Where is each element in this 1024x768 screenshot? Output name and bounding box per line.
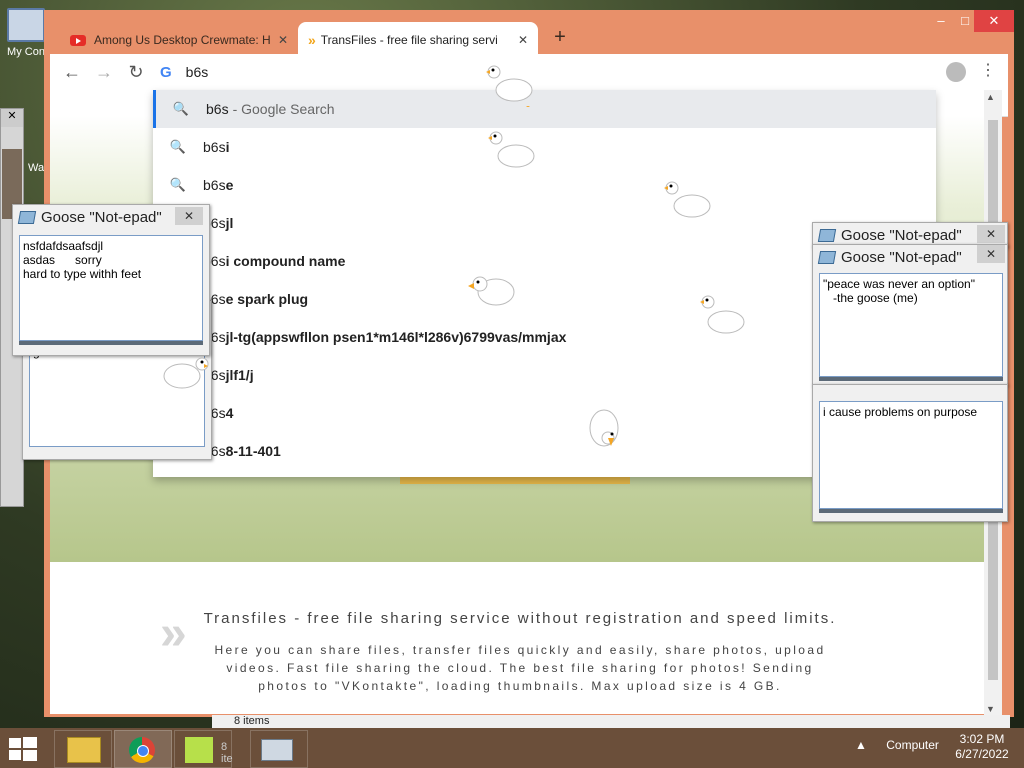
tab-among-us[interactable]: Among Us Desktop Crewmate: H ✕ bbox=[60, 22, 298, 58]
tab-transfiles[interactable]: » TransFiles - free file sharing servi ✕ bbox=[298, 22, 538, 58]
address-bar-text: b6s bbox=[185, 64, 209, 80]
search-icon: 🔍 bbox=[169, 177, 187, 192]
google-icon: G bbox=[160, 63, 172, 81]
footer-description: Here you can share files, transfer files… bbox=[214, 643, 826, 693]
goose-icon bbox=[664, 181, 711, 218]
item-count: 8 items bbox=[234, 715, 270, 727]
notepad-icon bbox=[17, 211, 37, 224]
back-button[interactable]: ← bbox=[60, 60, 84, 84]
notepad-titlebar[interactable]: Goose "Not-epad" bbox=[817, 227, 962, 244]
system-tray[interactable]: ▲ Computer bbox=[855, 738, 939, 752]
system-clock[interactable]: 3:02 PM 6/27/2022 bbox=[940, 732, 1024, 762]
desktop-icon-my-computer[interactable]: My Con bbox=[2, 8, 50, 58]
menu-button[interactable]: ⋮ bbox=[980, 60, 996, 80]
suggestion-completion: jl bbox=[225, 215, 234, 231]
goose-notepad-window[interactable]: Goose "Not-epad" ✕ nsfdafdsaafsdjl asdas… bbox=[12, 204, 210, 356]
notepad-icon bbox=[817, 251, 837, 264]
tab-title: Among Us Desktop Crewmate: H bbox=[94, 33, 270, 47]
taskbar-chrome[interactable] bbox=[114, 730, 172, 768]
resource-monitor-icon bbox=[261, 739, 293, 761]
network-icon[interactable]: ▲ bbox=[855, 738, 867, 752]
desktop-icon-label: Wa bbox=[28, 162, 45, 174]
goose-app-icon bbox=[185, 737, 213, 763]
notepad-statusbar bbox=[19, 341, 203, 345]
transfiles-logo-icon: » bbox=[160, 607, 186, 660]
forward-button[interactable]: → bbox=[92, 60, 116, 84]
suggestion-suffix: - Google Search bbox=[232, 101, 335, 117]
goose-icon bbox=[589, 409, 619, 447]
taskbar-monitor[interactable] bbox=[250, 730, 308, 768]
close-icon[interactable]: ✕ bbox=[175, 207, 203, 225]
scroll-up-icon[interactable]: ▲ bbox=[986, 92, 995, 102]
scroll-down-icon[interactable]: ▼ bbox=[986, 704, 995, 714]
goose-icon bbox=[468, 276, 515, 306]
taskbar-file-explorer[interactable] bbox=[54, 730, 112, 768]
notepad-statusbar bbox=[819, 509, 1003, 513]
suggestion-completion: i compound name bbox=[225, 253, 346, 269]
youtube-icon bbox=[70, 34, 86, 46]
suggestion-completion: jlf1/j bbox=[225, 367, 254, 383]
close-button[interactable]: ✕ bbox=[974, 10, 1014, 32]
notepad-statusbar bbox=[819, 377, 1003, 381]
suggestion-completion: 8-11-401 bbox=[225, 443, 281, 459]
goose-icon bbox=[486, 65, 533, 107]
goose-notepad-window[interactable]: Goose "Not-epad" ✕ "peace was never an o… bbox=[812, 244, 1008, 386]
close-icon[interactable]: ✕ bbox=[977, 245, 1005, 263]
notepad-title: Goose "Not-epad" bbox=[841, 249, 962, 266]
notepad-titlebar[interactable]: Goose "Not-epad" bbox=[17, 209, 162, 226]
goose-icon bbox=[700, 295, 745, 334]
close-tab-icon[interactable]: ✕ bbox=[518, 33, 528, 47]
windows-start-icon[interactable] bbox=[8, 736, 38, 762]
taskbar-goose[interactable]: 8 ite bbox=[174, 730, 233, 768]
suggestion-item[interactable]: 🔍 b6s e bbox=[153, 166, 936, 204]
goose-icon bbox=[488, 131, 535, 168]
search-icon: 🔍 bbox=[169, 139, 187, 154]
suggestion-typed: b6s bbox=[203, 177, 226, 193]
computer-icon bbox=[7, 8, 45, 42]
tray-label: Computer bbox=[886, 738, 939, 752]
suggestion-completion: jl-tg(appswfllon psen1*m146l*l286v)6799v… bbox=[225, 329, 567, 345]
tab-title: TransFiles - free file sharing servi bbox=[320, 33, 498, 47]
profile-avatar[interactable] bbox=[946, 62, 966, 82]
notepad-icon bbox=[817, 229, 837, 242]
notepad-text[interactable]: "peace was never an option" -the goose (… bbox=[819, 273, 1003, 377]
suggestion-completion: e bbox=[225, 177, 234, 193]
goose-icon bbox=[163, 357, 209, 389]
footer-title: Transfiles - free file sharing service w… bbox=[203, 610, 837, 627]
suggestion-completion: i bbox=[225, 139, 230, 155]
clock-date: 6/27/2022 bbox=[955, 747, 1009, 761]
file-explorer-statusbar: 8 items bbox=[212, 715, 1010, 729]
new-tab-button[interactable]: + bbox=[548, 26, 572, 50]
notepad-titlebar[interactable]: Goose "Not-epad" bbox=[817, 249, 962, 266]
suggestion-item[interactable]: 🔍 b6s - Google Search bbox=[153, 90, 936, 128]
taskbar-item-label: 8 ite bbox=[221, 741, 233, 765]
suggestion-typed: b6s bbox=[206, 101, 229, 117]
chrome-icon bbox=[129, 737, 155, 763]
folder-icon bbox=[67, 737, 101, 763]
reload-button[interactable]: ↻ bbox=[124, 60, 148, 84]
desktop-icon-label: My Con bbox=[7, 46, 45, 58]
goose-notepad-window[interactable]: i cause problems on purpose bbox=[812, 384, 1008, 522]
notepad-title: Goose "Not-epad" bbox=[41, 209, 162, 226]
close-icon[interactable]: ✕ bbox=[977, 225, 1005, 243]
address-bar[interactable]: G b6s bbox=[160, 58, 940, 86]
close-tab-icon[interactable]: ✕ bbox=[278, 33, 288, 47]
notepad-title: Goose "Not-epad" bbox=[841, 227, 962, 244]
suggestion-completion: 4 bbox=[225, 405, 234, 421]
taskbar: 8 ite ▲ Computer 3:02 PM 6/27/2022 bbox=[0, 728, 1024, 768]
search-icon: 🔍 bbox=[172, 101, 190, 116]
suggestion-typed: b6s bbox=[203, 139, 226, 155]
suggestion-completion: e spark plug bbox=[225, 291, 309, 307]
clock-time: 3:02 PM bbox=[959, 732, 1005, 746]
suggestion-item[interactable]: 🔍 b6s i bbox=[153, 128, 936, 166]
notepad-text[interactable]: nsfdafdsaafsdjl asdas sorry hard to type… bbox=[19, 235, 203, 341]
close-icon[interactable]: ✕ bbox=[1, 109, 23, 127]
notepad-text[interactable]: i cause problems on purpose bbox=[819, 401, 1003, 509]
transfiles-icon: » bbox=[308, 32, 316, 48]
